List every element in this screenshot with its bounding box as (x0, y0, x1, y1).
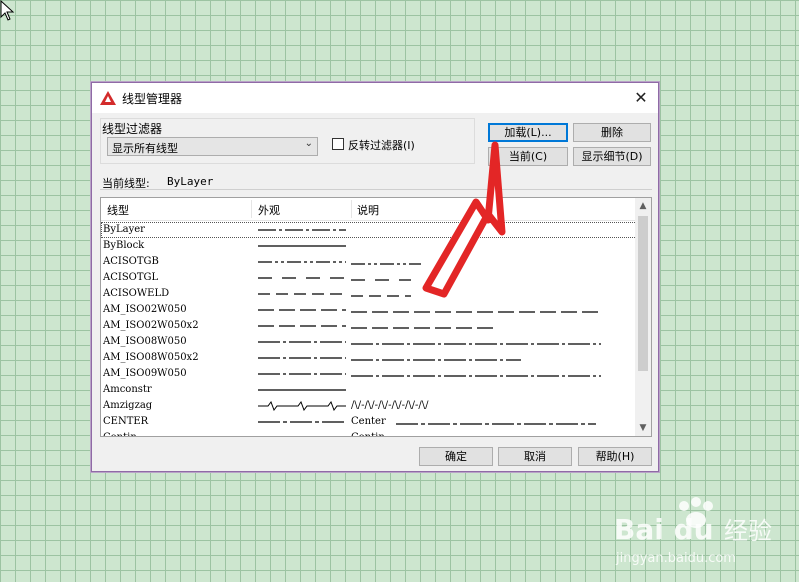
linetype-name: AM_ISO02W050 (103, 304, 187, 315)
linetype-appearance (258, 245, 346, 247)
table-row[interactable]: ByLayer (101, 222, 637, 238)
linetype-name: AM_ISO09W050 (103, 368, 187, 379)
delete-button[interactable]: 删除 (573, 123, 651, 142)
table-row[interactable]: CENTER Center (101, 414, 637, 430)
table-row[interactable]: AM_ISO08W050x2 (101, 350, 637, 366)
linetype-name: ACISOWELD (103, 288, 170, 299)
autocad-logo-icon (100, 91, 116, 105)
linetype-description-sample (351, 311, 601, 313)
list-rows: ByLayer ByBlock ACISOTGB ACISOTGL ACISOWELD A… (101, 222, 637, 436)
linetype-appearance (258, 389, 346, 391)
linetype-name: Amconstr (103, 384, 152, 395)
linetype-description-sample (351, 279, 411, 281)
current-linetype-value: ByLayer (167, 175, 214, 188)
linetype-appearance (258, 341, 346, 343)
table-row[interactable]: Contin Contin (101, 430, 637, 436)
invert-filter-label: 反转过滤器(I) (348, 139, 415, 152)
linetype-name: CENTER (103, 416, 149, 427)
linetype-manager-dialog: 线型管理器 ✕ 线型过滤器 显示所有线型 ⌄ 反转过滤器(I) 加载(L)...… (91, 82, 659, 472)
watermark-paw-icon: Bai du 经验 jingyan.baidu.com (614, 497, 772, 566)
linetype-description: Center (351, 416, 386, 427)
linetype-description: /\/-/\/-/\/-/\/-/\/-/\/ (351, 400, 429, 411)
linetype-name: ByBlock (103, 240, 145, 251)
table-row[interactable]: AM_ISO02W050 (101, 302, 637, 318)
linetype-name: ACISOTGB (103, 256, 159, 267)
linetype-name: AM_ISO02W050x2 (103, 320, 199, 331)
linetype-name: Contin (103, 432, 137, 436)
column-header-description[interactable]: 说明 (357, 202, 379, 218)
linetype-description-sample (396, 423, 596, 425)
linetype-description-sample (351, 343, 601, 345)
linetype-appearance (258, 277, 346, 279)
linetype-name: Amzigzag (103, 400, 153, 411)
column-header-appearance[interactable]: 外观 (258, 202, 280, 218)
column-divider[interactable] (251, 200, 252, 218)
table-row[interactable]: AM_ISO08W050 (101, 334, 637, 350)
table-row[interactable]: ACISOTGB (101, 254, 637, 270)
linetype-name: AM_ISO08W050 (103, 336, 187, 347)
list-header: 线型 外观 说明 (101, 198, 637, 221)
linetype-name: ByLayer (103, 224, 145, 235)
linetype-name: AM_ISO08W050x2 (103, 352, 199, 363)
invert-filter-checkbox[interactable] (332, 138, 344, 150)
linetype-description-sample (351, 359, 521, 361)
linetype-appearance (258, 293, 346, 295)
linetype-description-sample (351, 327, 496, 329)
cancel-button[interactable]: 取消 (498, 447, 572, 466)
title-bar[interactable]: 线型管理器 ✕ (92, 83, 658, 113)
linetype-name: ACISOTGL (103, 272, 159, 283)
linetype-description-sample (351, 263, 421, 265)
watermark-cn: 经验 (724, 517, 772, 545)
table-row[interactable]: AM_ISO02W050x2 (101, 318, 637, 334)
watermark-url: jingyan.baidu.com (615, 551, 736, 566)
table-row[interactable]: ACISOWELD (101, 286, 637, 302)
scroll-down-icon[interactable]: ▼ (635, 420, 651, 436)
cursor-icon (0, 0, 15, 21)
help-button[interactable]: 帮助(H) (578, 447, 652, 466)
column-header-name[interactable]: 线型 (107, 202, 129, 218)
chevron-down-icon: ⌄ (304, 138, 313, 149)
details-button[interactable]: 显示细节(D) (573, 147, 651, 166)
filter-group-label: 线型过滤器 (102, 122, 163, 136)
arrow-annotation-icon (422, 141, 506, 298)
divider (100, 189, 652, 190)
table-row[interactable]: ACISOTGL (101, 270, 637, 286)
linetype-list[interactable]: 线型 外观 说明 ByLayer ByBlock ACISOTGB ACISOTGL A… (100, 197, 652, 437)
ok-button[interactable]: 确定 (419, 447, 493, 466)
linetype-appearance (258, 373, 346, 375)
table-row[interactable]: AM_ISO09W050 (101, 366, 637, 382)
linetype-description-sample (351, 375, 601, 377)
table-row[interactable]: ByBlock (101, 238, 637, 254)
linetype-appearance (258, 421, 346, 423)
dialog-title: 线型管理器 (122, 92, 183, 106)
scrollbar-thumb[interactable] (638, 216, 648, 371)
linetype-appearance (258, 229, 346, 231)
filter-select-value: 显示所有线型 (112, 142, 178, 155)
vertical-scrollbar[interactable]: ▲ ▼ (635, 198, 651, 436)
linetype-description: Contin (351, 432, 385, 436)
linetype-appearance (258, 325, 346, 327)
linetype-appearance (258, 401, 346, 411)
table-row[interactable]: Amconstr (101, 382, 637, 398)
linetype-description-sample (351, 295, 411, 297)
linetype-appearance (258, 309, 346, 311)
watermark-brand: Bai du (614, 513, 714, 546)
table-row[interactable]: Amzigzag /\/-/\/-/\/-/\/-/\/-/\/ (101, 398, 637, 414)
linetype-appearance (258, 357, 346, 359)
scroll-up-icon[interactable]: ▲ (635, 198, 651, 214)
filter-select[interactable]: 显示所有线型 ⌄ (107, 137, 318, 156)
close-icon[interactable]: ✕ (630, 87, 652, 109)
column-divider[interactable] (351, 200, 352, 218)
linetype-appearance (258, 261, 346, 263)
